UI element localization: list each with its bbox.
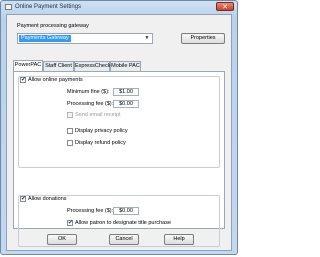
allow-donations-label: Allow donations bbox=[28, 196, 67, 202]
allow-online-payments-label: Allow online payments bbox=[28, 77, 83, 83]
payment-settings-window: Online Payment Settings ✕ Payment proces… bbox=[0, 0, 238, 255]
send-email-receipt-checkbox[interactable] bbox=[67, 112, 73, 118]
donation-processing-fee-input[interactable]: $0.00 bbox=[113, 207, 139, 215]
window-title: Online Payment Settings bbox=[15, 4, 82, 10]
app-icon bbox=[5, 4, 12, 10]
cancel-button[interactable]: Cancel bbox=[109, 234, 139, 245]
properties-button[interactable]: Properties bbox=[181, 33, 225, 44]
tab-powerpac[interactable]: PowerPAC bbox=[13, 60, 43, 71]
ok-button[interactable]: OK bbox=[47, 234, 77, 245]
display-privacy-policy-checkbox[interactable] bbox=[67, 128, 73, 134]
minimum-fine-input[interactable]: $1.00 bbox=[113, 88, 139, 96]
chevron-down-icon[interactable]: ▼ bbox=[143, 35, 151, 42]
gateway-selected-value: Payments Gateway bbox=[19, 35, 71, 42]
close-button[interactable]: ✕ bbox=[216, 2, 234, 11]
designate-title-label: Allow patron to designate title purchase bbox=[75, 220, 172, 226]
tab-mobile-pac[interactable]: Mobile PAC bbox=[110, 61, 141, 71]
tab-staff-client[interactable]: Staff Client bbox=[43, 61, 74, 71]
title-bar[interactable]: Online Payment Settings ✕ bbox=[1, 1, 237, 14]
allow-donations-checkbox[interactable]: ✔ bbox=[20, 196, 26, 202]
help-button[interactable]: Help bbox=[164, 234, 194, 245]
tab-expresscheck[interactable]: ExpressCheck bbox=[74, 61, 110, 71]
processing-fee-input[interactable]: $0.00 bbox=[113, 100, 139, 108]
powerpac-tab-panel: ✔ Allow online payments Minimum fine ($)… bbox=[13, 71, 225, 247]
send-email-receipt-label: Send email receipt bbox=[75, 112, 121, 118]
allow-online-payments-checkbox[interactable]: ✔ bbox=[20, 77, 26, 83]
gateway-dropdown[interactable]: Payments Gateway ▼ bbox=[17, 33, 153, 44]
close-icon: ✕ bbox=[222, 4, 228, 11]
display-refund-policy-checkbox[interactable] bbox=[67, 140, 73, 146]
designate-title-checkbox[interactable]: ✔ bbox=[67, 220, 73, 226]
check-icon: ✔ bbox=[21, 196, 27, 202]
minimum-fine-label: Minimum fine ($): bbox=[67, 89, 110, 95]
gateway-label: Payment processing gateway bbox=[17, 23, 89, 29]
check-icon: ✔ bbox=[68, 220, 74, 226]
donation-processing-fee-label: Processing fee ($): bbox=[67, 208, 114, 214]
display-privacy-policy-label: Display privacy policy bbox=[75, 128, 128, 134]
processing-fee-label: Processing fee ($): bbox=[67, 101, 114, 107]
check-icon: ✔ bbox=[21, 77, 27, 83]
display-refund-policy-label: Display refund policy bbox=[75, 140, 126, 146]
dialog-body: Payment processing gateway Payments Gate… bbox=[6, 14, 232, 251]
